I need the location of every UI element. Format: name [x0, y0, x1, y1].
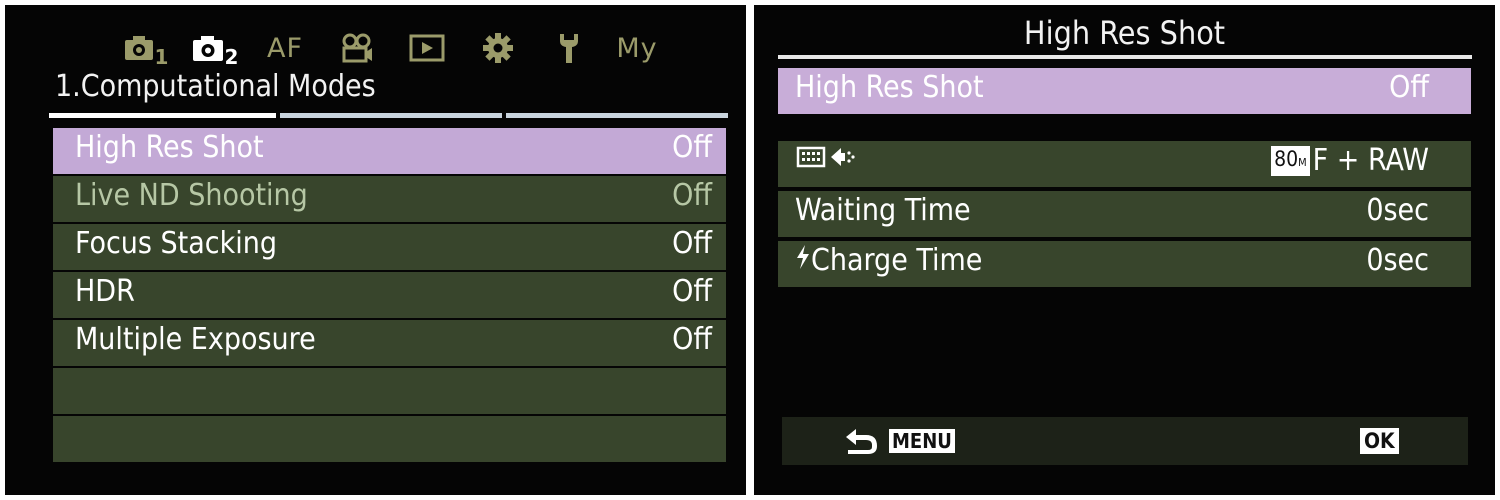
tripod-highres-icon: [795, 143, 857, 178]
high-res-shot-toggle-row[interactable]: High Res Shot Off: [778, 68, 1471, 114]
tab-sub-number: 1: [154, 45, 169, 69]
menu-item-label: HDR: [75, 274, 135, 309]
tab-video[interactable]: [335, 23, 379, 73]
section-title: 1.Computational Modes: [55, 69, 376, 104]
tab-playback[interactable]: [405, 23, 449, 73]
camera1-icon: [124, 35, 154, 61]
row-value: 80M F + RAW: [1271, 143, 1429, 178]
page-indicator-active: [49, 113, 276, 118]
menu-item-multiple-exposure[interactable]: Multiple Exposure Off: [53, 320, 726, 366]
tab-bar: 1 2 AF My: [5, 23, 746, 73]
menu-item-label: Multiple Exposure: [75, 322, 316, 357]
tab-my-label: My: [616, 32, 658, 64]
charge-time-row[interactable]: Charge Time 0sec: [778, 241, 1471, 287]
menu-item-label: Live ND Shooting: [75, 178, 308, 213]
waiting-time-row[interactable]: Waiting Time 0sec: [778, 191, 1471, 237]
menu-item-label: High Res Shot: [75, 130, 264, 165]
image-quality-row[interactable]: 80M F + RAW: [778, 141, 1471, 187]
back-arrow-icon[interactable]: [844, 427, 880, 459]
resolution-badge-number: 80: [1274, 146, 1299, 171]
row-value: Off: [1389, 70, 1429, 105]
quality-value: F + RAW: [1312, 143, 1429, 178]
playback-icon: [409, 34, 445, 62]
gear-icon: [482, 32, 514, 64]
camera2-icon: [192, 35, 224, 62]
menu-item-value: Off: [672, 178, 712, 213]
row-label-text: Charge Time: [811, 243, 983, 278]
submenu-screen: High Res Shot High Res Shot Off 80M F + …: [754, 5, 1495, 495]
row-label: Waiting Time: [795, 193, 971, 228]
menu-item-live-nd-shooting[interactable]: Live ND Shooting Off: [53, 176, 726, 222]
menu-item-value: Off: [672, 226, 712, 261]
resolution-badge-unit: M: [1298, 155, 1307, 169]
menu-item-value: Off: [672, 274, 712, 309]
page-indicator: [506, 113, 728, 118]
title-divider: [778, 55, 1472, 59]
tab-custom[interactable]: [476, 23, 520, 73]
submenu-title: High Res Shot: [1023, 14, 1226, 52]
page-indicator: [280, 113, 502, 118]
row-label: [795, 143, 857, 178]
movie-camera-icon: [340, 33, 374, 63]
menu-item-focus-stacking[interactable]: Focus Stacking Off: [53, 224, 726, 270]
tab-my-menu[interactable]: My: [611, 23, 663, 73]
tab-setup[interactable]: [549, 23, 589, 73]
flash-icon: [795, 243, 811, 278]
tab-af-label: AF: [266, 32, 303, 64]
menu-item-high-res-shot[interactable]: High Res Shot Off: [53, 128, 726, 174]
menu-item-value: Off: [672, 322, 712, 357]
button-guide-bar: MENU OK: [782, 417, 1468, 465]
menu-screen: 1 2 AF My 1.Computational Modes High Res…: [5, 5, 746, 495]
menu-button[interactable]: MENU: [889, 429, 955, 453]
tab-shooting-1[interactable]: 1: [117, 23, 175, 73]
wrench-icon: [557, 32, 581, 64]
ok-button[interactable]: OK: [1360, 428, 1399, 454]
menu-item-label: Focus Stacking: [75, 226, 278, 261]
tab-af[interactable]: AF: [260, 23, 310, 73]
menu-item-empty: [53, 368, 726, 414]
row-value: 0sec: [1366, 193, 1429, 228]
row-label: High Res Shot: [795, 70, 984, 105]
row-value: 0sec: [1366, 243, 1429, 278]
resolution-badge: 80M: [1271, 145, 1310, 176]
row-label: Charge Time: [795, 243, 982, 278]
menu-item-hdr[interactable]: HDR Off: [53, 272, 726, 318]
menu-item-empty: [53, 416, 726, 462]
menu-item-value: Off: [672, 130, 712, 165]
tab-sub-number: 2: [224, 45, 239, 69]
tab-shooting-2[interactable]: 2: [185, 23, 245, 73]
